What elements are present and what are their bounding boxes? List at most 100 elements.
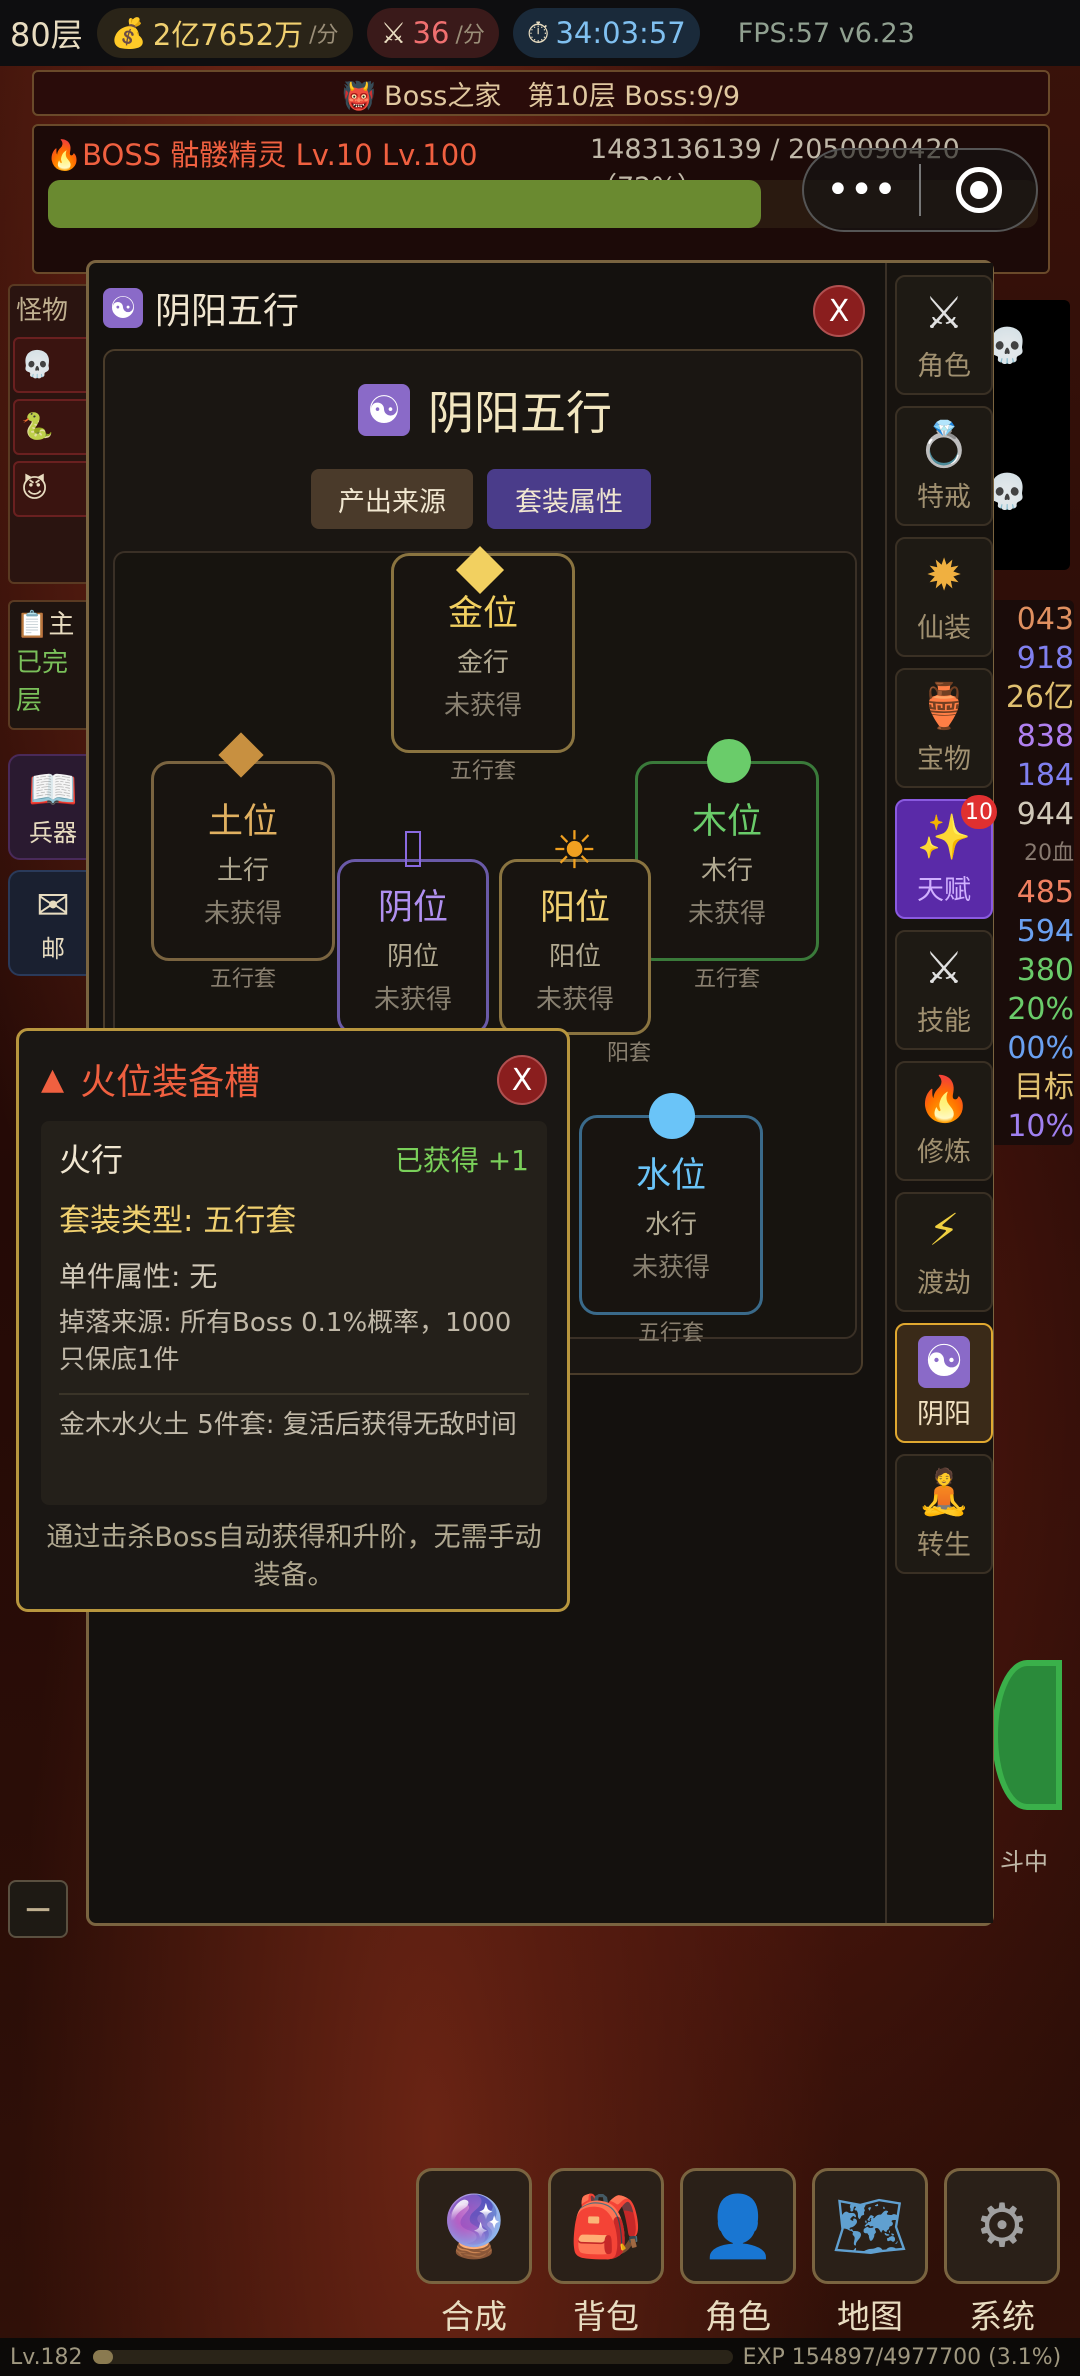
nav-1[interactable]: ⚔ 角色 <box>895 275 993 395</box>
more-dots-icon[interactable]: ••• <box>804 167 919 213</box>
nav-9[interactable]: ☯ 阴阳 <box>895 1323 993 1443</box>
bottom-nav-icon: 🎒 <box>568 2191 644 2262</box>
right-stat-value: 20% <box>1007 992 1074 1027</box>
sun-marker-icon: ☀ <box>551 821 598 881</box>
minus-button[interactable]: − <box>8 1880 68 1938</box>
quest-title-text: 主 <box>48 610 75 640</box>
right-stat-value: 00% <box>1007 1031 1074 1066</box>
slot-element: 水行 <box>644 1209 697 1240</box>
nav-label: 宝物 <box>917 743 971 775</box>
slot-water[interactable]: 水位 水行 未获得 <box>579 1115 763 1315</box>
mail-label: 邮 <box>41 934 65 963</box>
bottom-nav-label: 地图 <box>837 2297 903 2336</box>
right-stat-value: 20血 <box>1024 841 1074 866</box>
slot-name: 水位 <box>635 1155 706 1196</box>
floor-label: 80层 <box>10 16 83 54</box>
popup-set-type: 套装类型: 五行套 <box>59 1203 297 1239</box>
battle-indicator[interactable] <box>992 1660 1062 1810</box>
slot-status: 未获得 <box>535 984 614 1015</box>
right-stat-value: 918 <box>1016 641 1074 676</box>
nav-8[interactable]: ⚡ 渡劫 <box>895 1192 993 1312</box>
miniapp-capsule[interactable]: ••• <box>802 148 1038 232</box>
battle-status: 斗中 <box>1000 1848 1048 1876</box>
slot-wood-wrapper: 木位 木行 未获得 五行套 <box>635 761 819 993</box>
popup-set-bonus: 金木水火土 5件套: 复活后获得无敌时间 <box>59 1410 517 1440</box>
bottom-nav-button[interactable]: 👤 <box>680 2168 796 2284</box>
nav-6[interactable]: ⚔ 技能 <box>895 930 993 1050</box>
nav-icon: ⚔ <box>924 287 964 339</box>
slot-earth[interactable]: 土位 土行 未获得 <box>151 761 335 961</box>
nav-label: 转生 <box>917 1529 971 1561</box>
fps-label: FPS:57 v6.23 <box>737 17 915 49</box>
slot-earth-wrapper: 土位 土行 未获得 五行套 <box>151 761 335 993</box>
moon-marker-icon <box>405 831 421 867</box>
slot-tag: 五行套 <box>449 759 516 784</box>
bottom-nav-label: 系统 <box>969 2297 1035 2336</box>
skull-icon: 💀 <box>21 350 54 380</box>
bottom-nav-button[interactable]: 🔮 <box>416 2168 532 2284</box>
mail-button[interactable]: ✉ 邮 <box>8 870 98 976</box>
nav-icon: 🔥 <box>916 1073 972 1125</box>
right-stat-value: 944 <box>1016 797 1074 832</box>
exp-text: EXP 154897/4977700 (3.1%) <box>742 2344 1062 2370</box>
slot-water-wrapper: 水位 水行 未获得 五行套 <box>579 1115 763 1347</box>
timer-value: 34:03:57 <box>555 16 686 50</box>
capsule-close-icon[interactable] <box>921 167 1036 213</box>
monster-list-panel: 怪物 💀 🐍 😈 <box>8 284 98 584</box>
slot-element: 土行 <box>216 855 269 886</box>
nav-label: 技能 <box>917 1005 971 1037</box>
boss-home-title: Boss之家 <box>384 80 502 112</box>
monster-item[interactable]: 🐍 <box>13 399 93 455</box>
slot-tag: 五行套 <box>693 967 760 992</box>
gold-rate-pill: 💰 2亿7652万 /分 <box>96 8 353 58</box>
slot-element: 阴位 <box>386 941 439 972</box>
dialog-close-button[interactable]: X <box>813 285 865 337</box>
slot-yang[interactable]: 阳位 阳位 未获得 <box>499 859 651 1035</box>
monster-item[interactable]: 💀 <box>13 337 93 393</box>
slot-name: 阳位 <box>539 887 610 928</box>
boss-name: 🔥BOSS 骷髅精灵 Lv.10 Lv.100 <box>46 138 478 172</box>
nav-3[interactable]: ✹ 仙装 <box>895 537 993 657</box>
tab-source[interactable]: 产出来源 <box>311 469 473 529</box>
weapon-button[interactable]: 📖 兵器 <box>8 754 98 860</box>
popup-drop-source: 掉落来源: 所有Boss 0.1%概率，1000只保底1件 <box>59 1308 512 1375</box>
bottom-nav-button[interactable]: 🗺 <box>812 2168 928 2284</box>
nav-label: 渡劫 <box>917 1267 971 1299</box>
nav-7[interactable]: 🔥 修炼 <box>895 1061 993 1181</box>
slot-status: 未获得 <box>373 984 452 1015</box>
quest-floor: 层 <box>16 686 43 716</box>
gold-rate-unit: /分 <box>309 23 339 48</box>
right-stat-value: 目标 <box>1014 1070 1074 1105</box>
imp-icon: 😈 <box>21 474 49 504</box>
slot-wood[interactable]: 木位 木行 未获得 <box>635 761 819 961</box>
monster-item[interactable]: 😈 <box>13 461 93 517</box>
popup-single-attr: 单件属性: 无 <box>59 1260 218 1293</box>
nav-5[interactable]: ✨ 天赋 10 <box>895 795 997 919</box>
slot-status: 未获得 <box>631 1252 710 1283</box>
bottom-nav-label: 合成 <box>441 2297 507 2336</box>
slot-name: 金位 <box>447 593 518 634</box>
popup-close-button[interactable]: X <box>497 1055 547 1105</box>
popup-element: 火行 <box>59 1141 124 1179</box>
content-heading: ☯ 阴阳五行 <box>105 377 865 443</box>
nav-10[interactable]: 🧘 转生 <box>895 1454 993 1574</box>
right-stat-value: 594 <box>1016 914 1074 949</box>
nav-4[interactable]: 🏺 宝物 <box>895 668 993 788</box>
exp-fill <box>92 2350 113 2364</box>
nav-2[interactable]: 💍 特戒 <box>895 406 993 526</box>
yinyang-icon: ☯ <box>358 384 410 436</box>
tab-set-attributes[interactable]: 套装属性 <box>487 469 651 529</box>
quest-panel: 📋主 已完 层 <box>8 600 98 730</box>
slot-yin[interactable]: 阴位 阴位 未获得 <box>337 859 489 1035</box>
right-stat-value: 043 <box>1016 602 1074 637</box>
slot-element: 金行 <box>456 647 509 678</box>
timer-pill: ⏱ 34:03:57 <box>512 8 700 58</box>
quest-status: 已完 <box>16 648 69 678</box>
nav-label: 天赋 <box>917 874 971 906</box>
content-heading-text: 阴阳五行 <box>428 386 612 440</box>
bottom-nav-button[interactable]: 🎒 <box>548 2168 664 2284</box>
slot-yin-wrapper: 阴位 阴位 未获得 <box>337 859 489 1035</box>
bottom-nav-button[interactable]: ⚙ <box>944 2168 1060 2284</box>
dialog-header: ☯ 阴阳五行 <box>89 263 879 353</box>
slot-name: 土位 <box>207 801 278 842</box>
